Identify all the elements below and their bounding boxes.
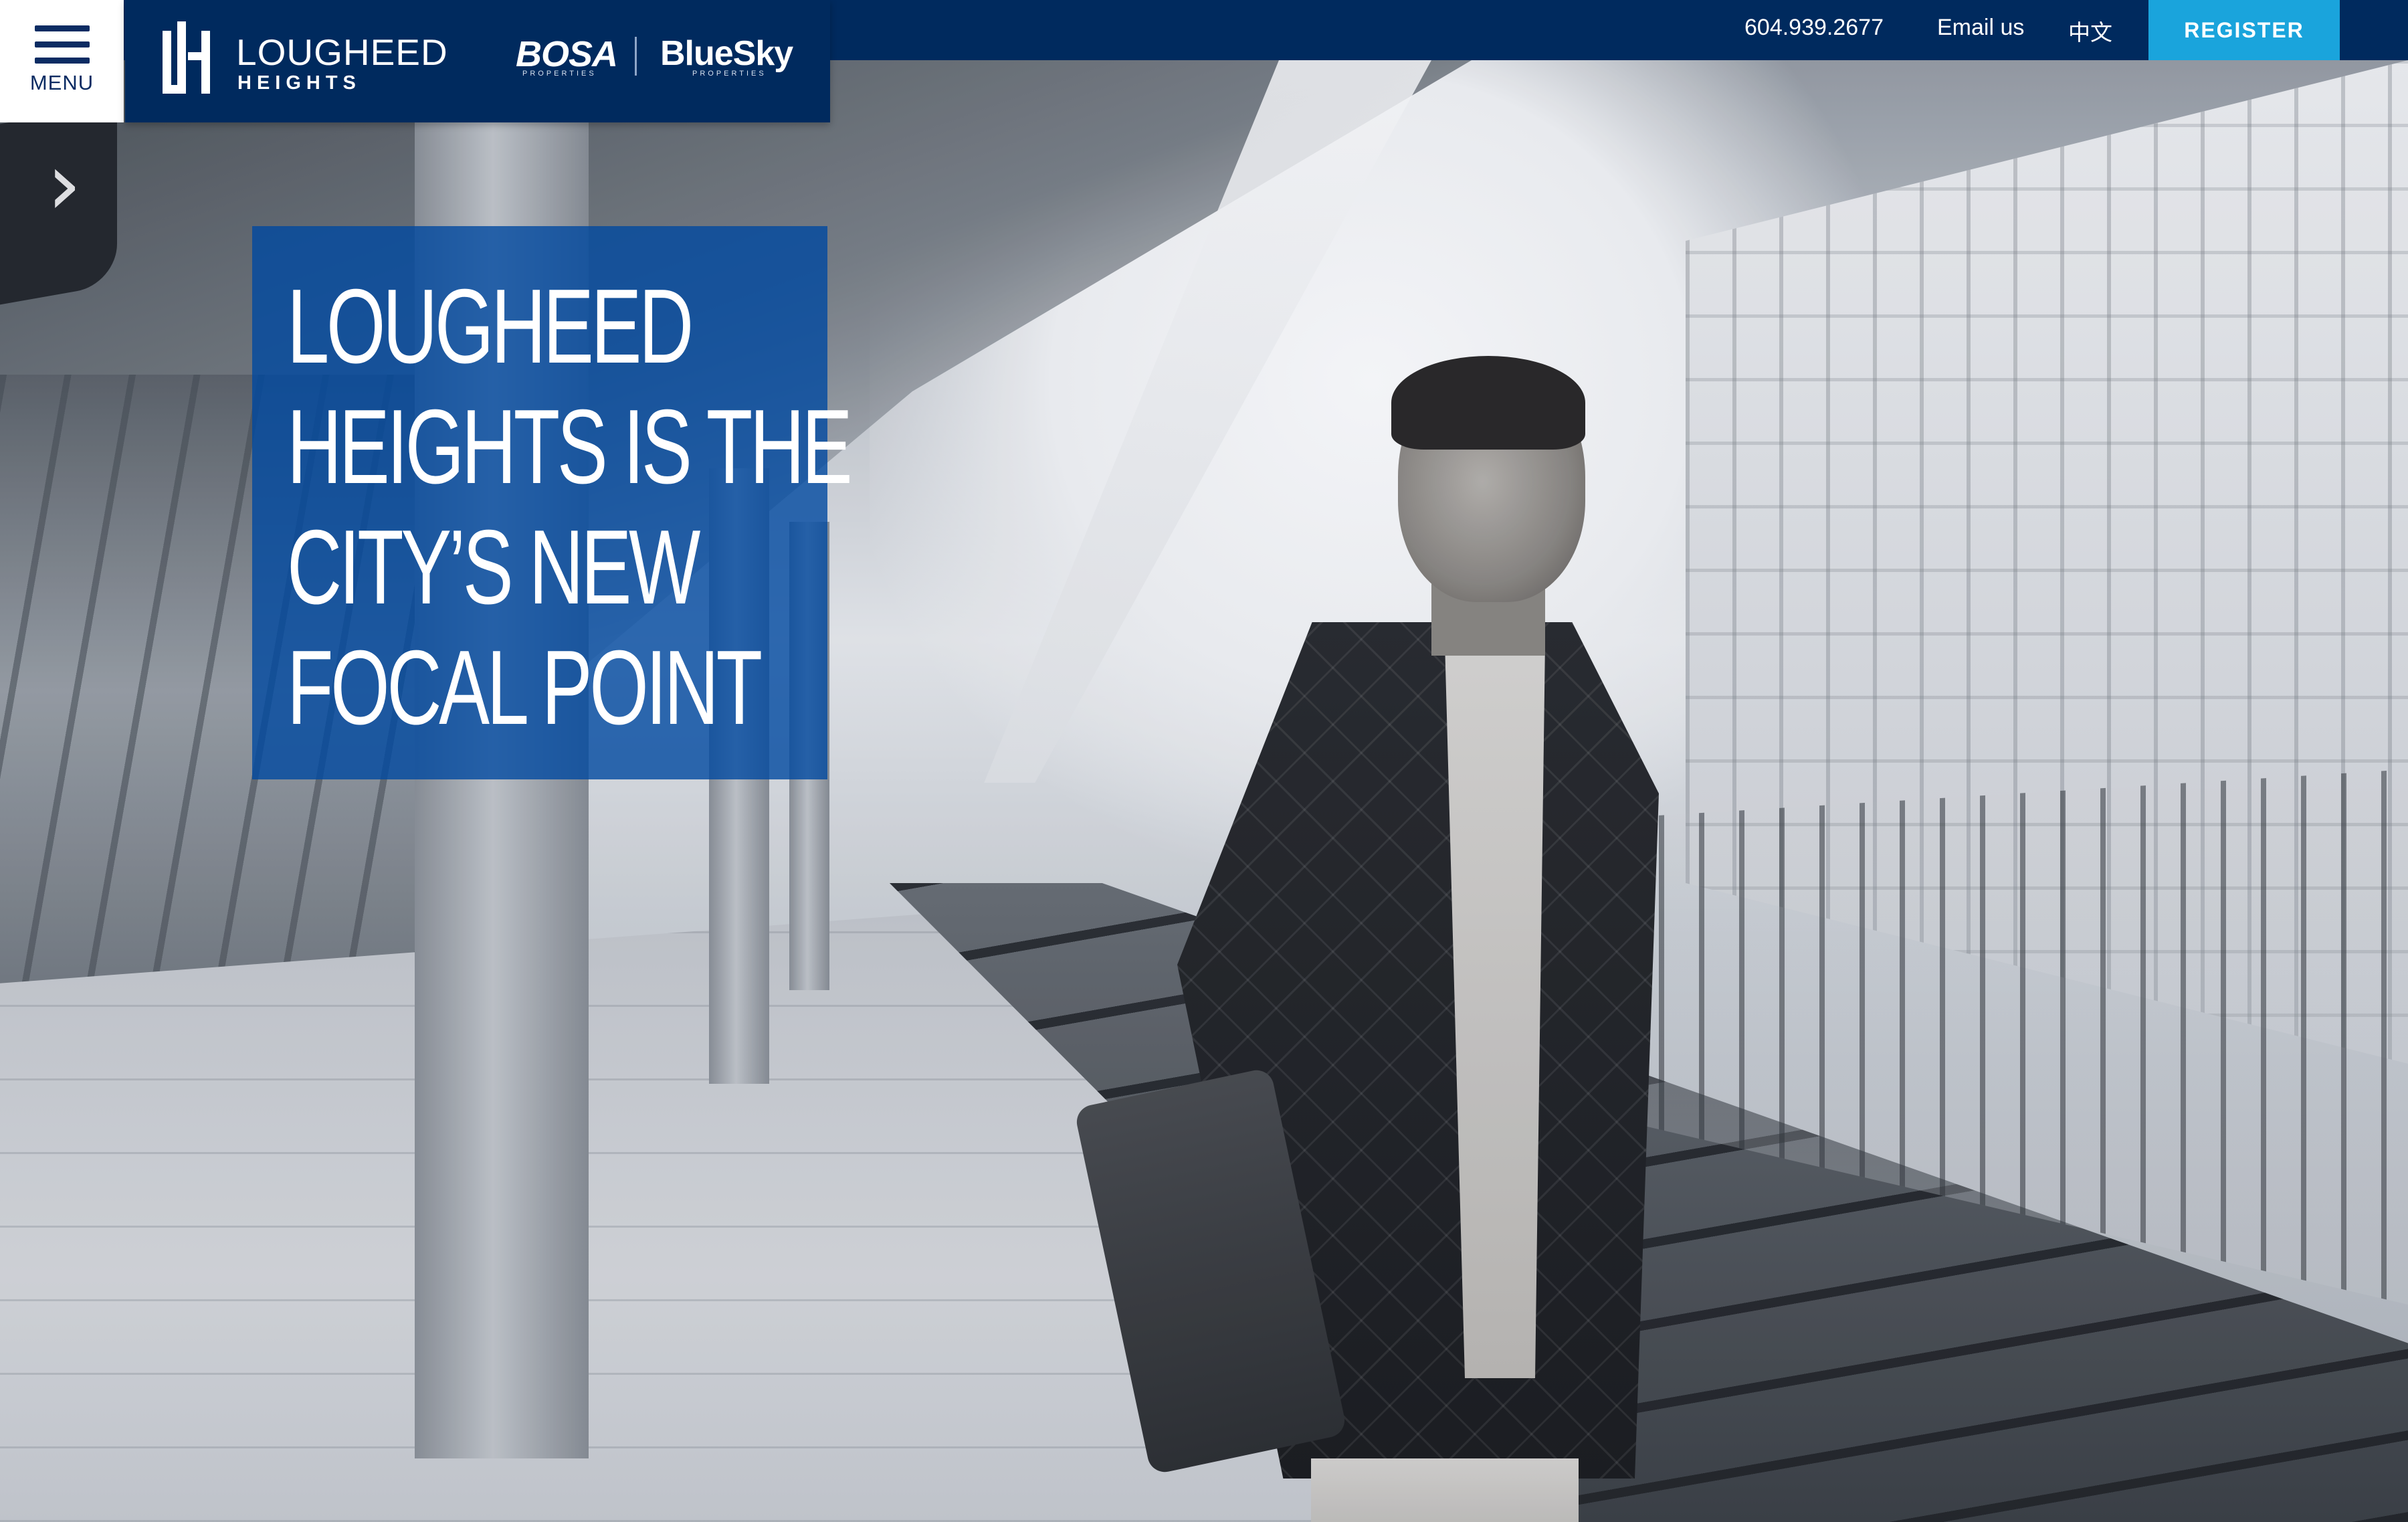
partner-sub-bosa: PROPERTIES xyxy=(522,70,597,78)
register-button[interactable]: REGISTER xyxy=(2148,0,2340,60)
language-toggle[interactable]: 中文 xyxy=(2068,15,2112,47)
email-link[interactable]: Email us xyxy=(1937,15,2024,41)
headline-line: HEIGHTS IS THE xyxy=(287,388,853,506)
partner-divider xyxy=(635,37,637,76)
partner-logo-bosa: BOSA xyxy=(516,34,618,74)
hamburger-icon xyxy=(34,25,90,74)
phone-link[interactable]: 604.939.2677 xyxy=(1744,15,1884,41)
headline-line: FOCAL POINT xyxy=(287,629,763,747)
partner-logo-bluesky: BlueSky xyxy=(660,34,793,73)
partner-sub-bluesky: PROPERTIES xyxy=(692,70,767,78)
menu-label: MENU xyxy=(29,71,94,94)
headline-line: CITY’S NEW xyxy=(287,508,700,626)
hero-headline: LOUGHEED HEIGHTS IS THE CITY’S NEW FOCAL… xyxy=(287,266,853,748)
logo-panel[interactable]: LOUGHEED HEIGHTS BOSA PROPERTIES BlueSky… xyxy=(125,0,830,122)
brand-sub: HEIGHTS xyxy=(237,72,361,94)
headline-panel: LOUGHEED HEIGHTS IS THE CITY’S NEW FOCAL… xyxy=(252,226,853,779)
headline-line: LOUGHEED xyxy=(287,268,694,385)
brand-name: LOUGHEED xyxy=(236,31,448,73)
lh-monogram-icon xyxy=(163,21,210,94)
menu-button[interactable]: MENU xyxy=(0,0,124,122)
